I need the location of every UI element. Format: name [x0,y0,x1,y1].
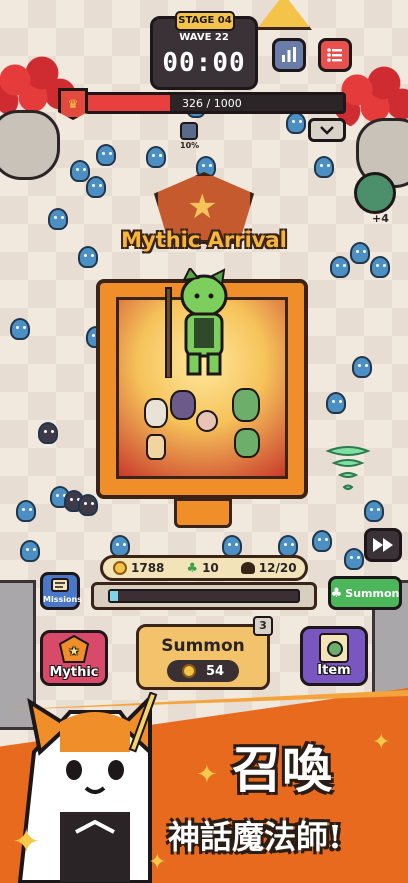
unit-amount: 12/20 [258,561,297,575]
bar-chart-icon [282,47,296,62]
item-card-icon [319,633,349,663]
chevron-down-icon [320,126,334,135]
summon-progress-bar [91,582,317,610]
monster [96,144,116,166]
missions-button[interactable]: Missions [40,572,82,610]
menu-button[interactable] [318,38,352,72]
card-stand [174,498,232,528]
buff-percent: 10% [180,141,200,150]
tornado-effect-icon [326,446,370,490]
promo-headline: 召喚 [232,740,332,799]
summon-shop-button[interactable]: ♣ Summon [328,576,402,610]
svg-text:★: ★ [69,644,80,658]
scroll-icon [51,578,69,592]
monster [364,500,384,522]
mythic-crest-icon: ★ [58,634,90,663]
resource-bar: 1788 ♣ 10 12/20 [100,555,308,581]
monster [314,156,334,178]
boss-hp-text: 326 / 1000 [182,97,242,110]
monster [344,548,364,570]
sparkle-icon: ✦ [12,822,41,862]
mythic-button[interactable]: ★ Mythic [40,630,108,686]
monster [16,500,36,522]
stage-panel: STAGE 04 WAVE 22 00:00 [150,11,258,90]
summon-shop-label: Summon [345,586,400,600]
mythic-arrival-title: Mythic Arrival [121,228,287,252]
unit-counter: 12/20 [240,561,297,575]
stage-label: STAGE 04 [175,11,235,31]
side-reward-icon [354,172,396,214]
hero-squad [140,388,266,464]
clover-icon: ♣ [330,585,343,601]
summon-label: Summon [161,636,245,656]
monster [146,146,166,168]
collapse-button[interactable] [308,118,346,142]
summon-cost-value: 54 [205,663,225,679]
sparkle-icon: ✦ [196,760,218,790]
coin-amount: 1788 [131,561,165,575]
summon-count-badge: 3 [253,616,273,636]
coin-counter: 1788 [113,561,164,575]
monster [86,176,106,198]
boss-hp-bar: 326 / 1000 [84,92,346,114]
vase-left [0,110,60,180]
monster [330,256,350,278]
wave-timer: 00:00 [162,48,246,78]
list-icon [327,48,342,62]
fast-forward-button[interactable] [364,528,402,562]
summon-progress-track [108,589,300,603]
buff-icon [180,122,198,140]
mythic-hero-sprite [165,268,228,378]
monster [20,540,40,562]
monster [48,208,68,230]
monster [312,530,332,552]
clover-counter: ♣ 10 [186,561,218,576]
sparkle-icon: ✦ [372,730,391,755]
clover-icon: ♣ [186,560,199,576]
monster [370,256,390,278]
mythic-label: Mythic [49,665,99,680]
boss-hp-fill [87,95,171,111]
monster [78,494,98,516]
star-icon: ★ [187,187,218,227]
monster [110,535,130,557]
summon-cost: 54 [167,660,239,682]
item-label: Item [317,663,351,678]
monster [286,112,306,134]
clover-amount: 10 [202,561,219,575]
monster [222,535,242,557]
promo-subheadline: 神話魔法師! [168,818,343,856]
monster [70,160,90,182]
summon-button[interactable]: Summon 54 [136,624,270,690]
summon-progress-fill [110,591,118,601]
item-button[interactable]: Item [300,626,368,686]
monster [278,535,298,557]
side-reward-count: +4 [372,212,389,225]
wave-label: WAVE 22 [179,32,229,43]
coin-icon [113,561,127,575]
sparkle-icon: ✦ [148,850,167,875]
monster [326,392,346,414]
cauldron-icon [240,562,255,574]
stats-button[interactable] [272,38,306,72]
monster [38,422,58,444]
fast-forward-icon [373,538,393,552]
monster [10,318,30,340]
monster [352,356,372,378]
missions-label: Missions [43,595,82,604]
coin-icon [181,664,196,678]
